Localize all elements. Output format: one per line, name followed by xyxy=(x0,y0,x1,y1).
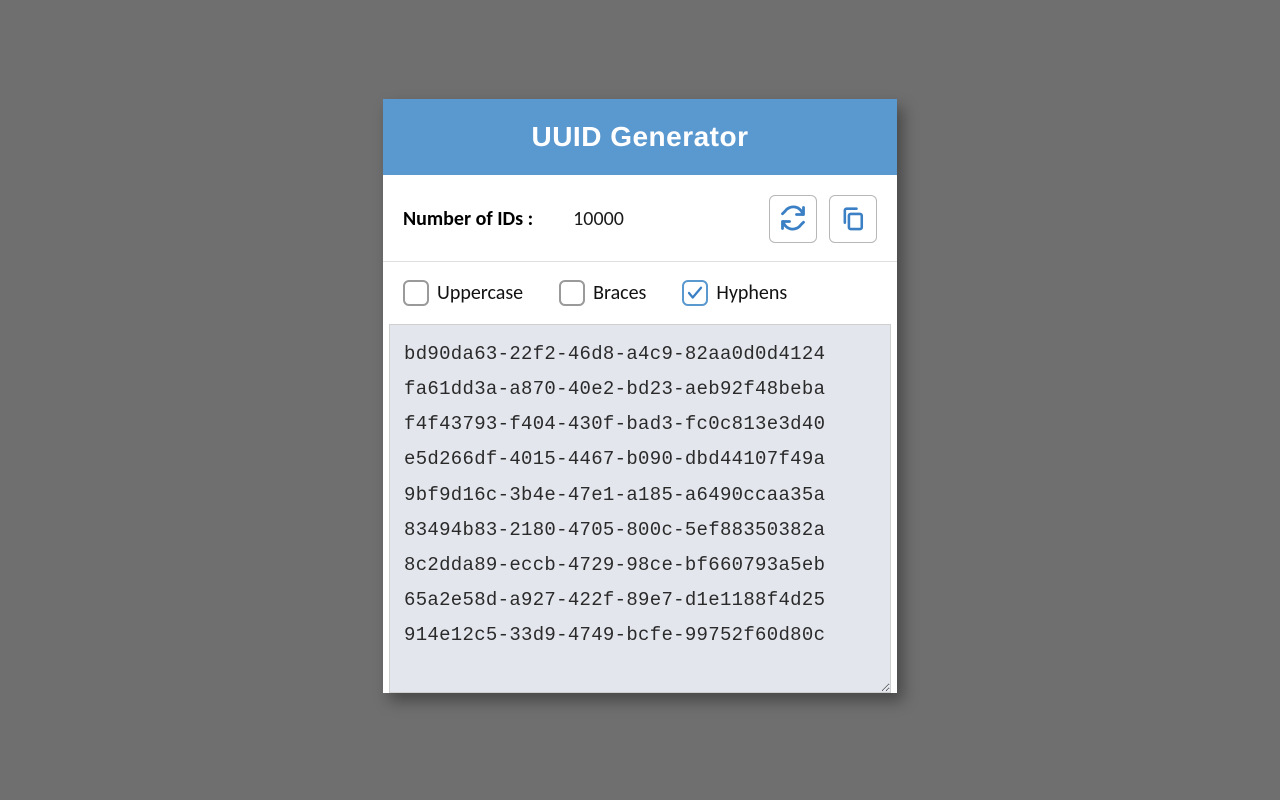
regenerate-button[interactable] xyxy=(769,195,817,243)
controls-row: Number of IDs : xyxy=(383,175,897,262)
uppercase-label: Uppercase xyxy=(437,281,523,305)
checkbox-box xyxy=(403,280,429,306)
copy-button[interactable] xyxy=(829,195,877,243)
checkbox-box xyxy=(682,280,708,306)
refresh-icon xyxy=(779,204,807,235)
number-of-ids-label: Number of IDs : xyxy=(403,207,533,231)
uppercase-checkbox[interactable]: Uppercase xyxy=(403,280,523,306)
number-of-ids-input[interactable] xyxy=(573,207,683,231)
output-wrap xyxy=(383,324,897,693)
uuid-generator-card: UUID Generator Number of IDs : xyxy=(383,99,897,693)
copy-icon xyxy=(839,204,867,235)
checkbox-box xyxy=(559,280,585,306)
header-title: UUID Generator xyxy=(531,121,748,152)
options-row: Uppercase Braces Hyphens xyxy=(383,262,897,324)
hyphens-checkbox[interactable]: Hyphens xyxy=(682,280,787,306)
check-icon xyxy=(686,284,704,302)
card-header: UUID Generator xyxy=(383,99,897,175)
output-textarea[interactable] xyxy=(389,324,891,693)
braces-label: Braces xyxy=(593,281,646,305)
braces-checkbox[interactable]: Braces xyxy=(559,280,646,306)
hyphens-label: Hyphens xyxy=(716,281,787,305)
